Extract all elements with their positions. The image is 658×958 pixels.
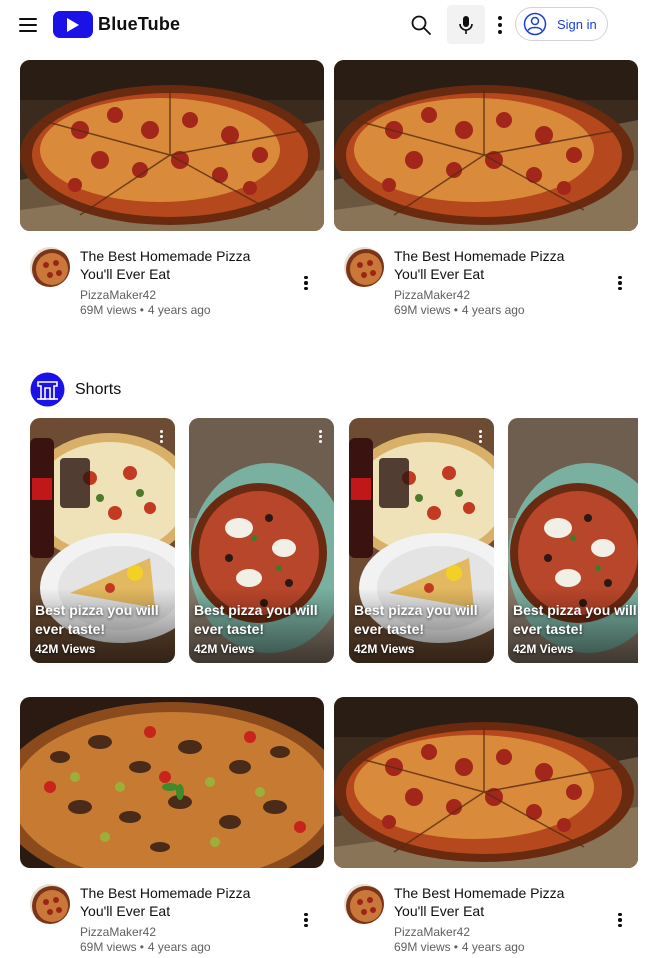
video-options-icon[interactable]: [614, 910, 626, 930]
channel-name[interactable]: PizzaMaker42: [394, 288, 470, 302]
video-stats: 69M views • 4 years ago: [80, 303, 211, 317]
short-card[interactable]: Best pizza you will ever taste! 42M View…: [189, 418, 334, 663]
video-options-icon[interactable]: [300, 273, 312, 293]
short-title: Best pizza you will ever taste!: [513, 602, 637, 637]
short-card[interactable]: Best pizza you will ever taste! 42M View…: [508, 418, 638, 663]
channel-avatar[interactable]: [30, 884, 70, 924]
brand-logo[interactable]: BlueTube: [53, 11, 180, 38]
short-views: 42M Views: [513, 642, 574, 656]
channel-name[interactable]: PizzaMaker42: [80, 925, 156, 939]
account-circle-icon: [523, 12, 547, 36]
short-views: 42M Views: [194, 642, 255, 656]
channel-avatar[interactable]: [344, 884, 384, 924]
short-title: Best pizza you will ever taste!: [354, 602, 478, 637]
shorts-shelf[interactable]: Best pizza you will ever taste! 42M View…: [30, 418, 638, 663]
video-card[interactable]: The Best Homemade Pizza You'll Ever Eat …: [20, 60, 324, 321]
shorts-header: Shorts: [30, 372, 121, 407]
shorts-title: Shorts: [75, 380, 122, 398]
channel-name[interactable]: PizzaMaker42: [394, 925, 470, 939]
short-card[interactable]: Best pizza you will ever taste! 42M View…: [349, 418, 494, 663]
sign-in-label: Sign in: [557, 16, 597, 32]
video-thumbnail[interactable]: [334, 697, 638, 868]
short-title: Best pizza you will ever taste!: [35, 602, 159, 637]
short-title: Best pizza you will ever taste!: [194, 602, 318, 637]
video-thumbnail[interactable]: [20, 697, 324, 868]
top-header: BlueTube Sign in: [0, 0, 658, 50]
video-title[interactable]: The Best Homemade Pizza You'll Ever Eat: [80, 247, 280, 283]
video-thumbnail[interactable]: [20, 60, 324, 231]
video-stats: 69M views • 4 years ago: [394, 303, 525, 317]
play-logo-icon: [53, 11, 93, 38]
video-title[interactable]: The Best Homemade Pizza You'll Ever Eat: [394, 247, 594, 283]
video-card[interactable]: The Best Homemade Pizza You'll Ever Eat …: [334, 697, 638, 958]
view-count: 69M views: [80, 303, 137, 317]
search-icon[interactable]: [409, 13, 433, 37]
video-card[interactable]: The Best Homemade Pizza You'll Ever Eat …: [334, 60, 638, 321]
video-title[interactable]: The Best Homemade Pizza You'll Ever Eat: [394, 884, 594, 920]
short-options-icon[interactable]: [635, 428, 638, 444]
brand-name: BlueTube: [98, 14, 181, 34]
video-options-icon[interactable]: [614, 273, 626, 293]
video-options-icon[interactable]: [300, 910, 312, 930]
microphone-icon[interactable]: [447, 5, 485, 44]
upload-age: 4 years ago: [147, 303, 211, 317]
upload-age: 4 years ago: [461, 303, 525, 317]
channel-avatar[interactable]: [30, 247, 70, 287]
video-stats: 69M views • 4 years ago: [394, 940, 525, 954]
view-count: 69M views: [394, 303, 451, 317]
view-count: 69M views: [394, 940, 451, 954]
view-count: 69M views: [80, 940, 137, 954]
short-views: 42M Views: [354, 642, 415, 656]
channel-avatar[interactable]: [344, 247, 384, 287]
shorts-logo-icon: [30, 372, 65, 407]
short-card[interactable]: Best pizza you will ever taste! 42M View…: [30, 418, 175, 663]
short-options-icon[interactable]: [316, 428, 324, 444]
sign-in-button[interactable]: Sign in: [515, 7, 608, 41]
more-vertical-icon[interactable]: [491, 13, 509, 37]
upload-age: 4 years ago: [461, 940, 525, 954]
video-title[interactable]: The Best Homemade Pizza You'll Ever Eat: [80, 884, 280, 920]
video-thumbnail[interactable]: [334, 60, 638, 231]
upload-age: 4 years ago: [147, 940, 211, 954]
video-card[interactable]: The Best Homemade Pizza You'll Ever Eat …: [20, 697, 324, 958]
video-stats: 69M views • 4 years ago: [80, 940, 211, 954]
short-options-icon[interactable]: [157, 428, 165, 444]
hamburger-menu-icon[interactable]: [16, 13, 40, 37]
short-views: 42M Views: [35, 642, 96, 656]
short-options-icon[interactable]: [476, 428, 484, 444]
channel-name[interactable]: PizzaMaker42: [80, 288, 156, 302]
